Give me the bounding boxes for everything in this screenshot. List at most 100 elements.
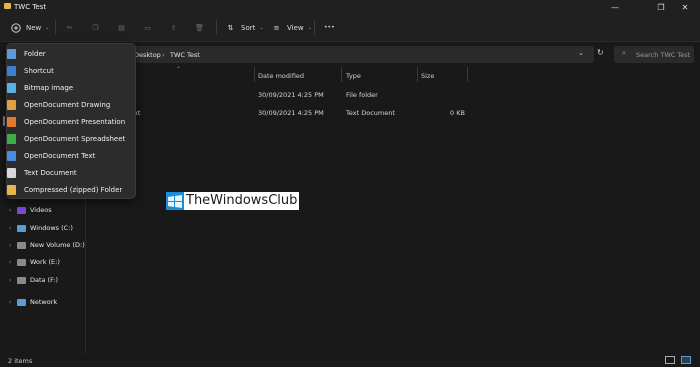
column-type[interactable]: Type — [346, 72, 361, 80]
rename-button[interactable]: ▭ — [142, 19, 158, 36]
chevron-down-icon: ⌄ — [307, 24, 312, 31]
details-view-icon[interactable] — [665, 356, 675, 364]
watermark-logo: TheWindowsClub — [166, 192, 312, 210]
file-type: File folder — [346, 91, 378, 99]
chevron-right-icon[interactable]: › — [9, 242, 17, 249]
drive-icon — [17, 298, 26, 306]
scissors-icon: ✂ — [66, 23, 73, 32]
file-type-icon — [7, 82, 16, 93]
chevron-right-icon[interactable]: › — [9, 277, 17, 284]
drive-icon — [17, 206, 26, 214]
view-label: View — [287, 23, 304, 32]
plus-circle-icon — [10, 22, 21, 33]
file-type-icon — [7, 184, 16, 195]
divider — [216, 20, 217, 35]
divider — [55, 20, 56, 35]
breadcrumb-separator: › — [162, 51, 165, 59]
tiles-view-icon[interactable] — [681, 356, 691, 364]
drive-icon — [17, 241, 26, 249]
share-button[interactable]: ⇪ — [168, 19, 184, 36]
menu-item[interactable]: Shortcut — [7, 63, 133, 78]
menu-item-label: OpenDocument Presentation — [24, 117, 126, 126]
view-button[interactable]: ≡ View ⌄ — [271, 19, 312, 36]
menu-item-label: Compressed (zipped) Folder — [24, 185, 123, 194]
watermark-text: TheWindowsClub — [184, 192, 300, 210]
drive-icon — [17, 224, 26, 232]
menu-item-label: Shortcut — [24, 66, 54, 75]
nav-item-label: Windows (C:) — [30, 224, 73, 232]
rename-icon: ▭ — [144, 23, 151, 32]
column-date-modified[interactable]: Date modified — [258, 72, 304, 80]
drive-icon — [17, 258, 26, 266]
folder-icon — [4, 3, 11, 9]
share-icon: ⇪ — [170, 23, 177, 32]
chevron-right-icon[interactable]: › — [9, 207, 17, 214]
nav-item[interactable]: › Work (E:) — [9, 255, 60, 269]
nav-item-label: Data (F:) — [30, 276, 59, 284]
search-placeholder[interactable]: Search TWC Test — [636, 51, 690, 59]
nav-item[interactable]: › Network — [9, 295, 57, 309]
nav-item-label: Videos — [30, 206, 52, 214]
close-button[interactable]: ✕ — [670, 0, 700, 14]
chevron-down-icon: ⌄ — [45, 24, 50, 31]
file-date: 30/09/2021 4:25 PM — [258, 91, 324, 99]
menu-item-label: Text Document — [24, 168, 77, 177]
chevron-down-icon[interactable]: ⌄ — [578, 49, 584, 57]
menu-item-label: OpenDocument Text — [24, 151, 96, 160]
menu-item[interactable]: Text Document — [7, 165, 133, 180]
nav-item-label: Work (E:) — [30, 258, 60, 266]
clipboard-icon: ▤ — [118, 23, 125, 32]
menu-item[interactable]: Bitmap image — [7, 80, 133, 95]
menu-item[interactable]: OpenDocument Drawing — [7, 97, 133, 112]
view-icon: ≡ — [273, 23, 280, 32]
drive-icon — [17, 276, 26, 284]
chevron-down-icon: ⌄ — [259, 24, 264, 31]
chevron-right-icon[interactable]: › — [9, 259, 17, 266]
window-title: TWC Test — [14, 3, 47, 11]
breadcrumb-desktop[interactable]: Desktop — [134, 51, 161, 59]
file-type-icon — [7, 65, 16, 76]
refresh-icon[interactable]: ↻ — [597, 48, 604, 57]
status-item-count: 2 items — [8, 357, 33, 365]
menu-item[interactable]: Compressed (zipped) Folder — [7, 182, 133, 197]
file-size: 0 KB — [450, 109, 465, 117]
nav-scrollbar[interactable] — [3, 116, 5, 126]
nav-item-label: New Volume (D:) — [30, 241, 85, 249]
menu-item-label: OpenDocument Drawing — [24, 100, 111, 109]
column-divider[interactable] — [417, 67, 418, 82]
menu-item[interactable]: OpenDocument Spreadsheet — [7, 131, 133, 146]
column-divider[interactable] — [254, 67, 255, 82]
menu-item[interactable]: Folder — [7, 46, 133, 61]
new-label: New — [26, 23, 42, 32]
copy-icon: ❐ — [92, 23, 99, 32]
address-bar[interactable] — [134, 46, 594, 63]
nav-item[interactable]: › Windows (C:) — [9, 221, 73, 235]
divider — [314, 20, 315, 35]
menu-item-label: OpenDocument Spreadsheet — [24, 134, 126, 143]
breadcrumb-twc-test[interactable]: TWC Test — [170, 51, 200, 59]
nav-item[interactable]: › New Volume (D:) — [9, 238, 85, 252]
menu-item[interactable]: OpenDocument Presentation — [7, 114, 133, 129]
file-type-icon — [7, 150, 16, 161]
file-type-icon — [7, 99, 16, 110]
nav-item[interactable]: › Data (F:) — [9, 273, 58, 287]
cut-button[interactable]: ✂ — [64, 19, 80, 36]
delete-button[interactable]: 🗑 — [194, 19, 210, 36]
copy-button[interactable]: ❐ — [90, 19, 106, 36]
search-icon: ⌕ — [622, 49, 626, 57]
paste-button[interactable]: ▤ — [116, 19, 132, 36]
column-divider[interactable] — [467, 67, 468, 82]
nav-item-label: Network — [30, 298, 58, 306]
menu-item[interactable]: OpenDocument Text — [7, 148, 133, 163]
sort-button[interactable]: ⇅ Sort ⌄ — [225, 19, 264, 36]
more-options-button[interactable]: ••• — [324, 19, 335, 36]
column-size[interactable]: Size — [421, 72, 434, 80]
new-button[interactable]: New ⌄ — [10, 19, 49, 36]
column-divider[interactable] — [341, 67, 342, 82]
chevron-right-icon[interactable]: › — [9, 299, 17, 306]
file-type-icon — [7, 133, 16, 144]
minimize-button[interactable]: — — [600, 0, 630, 14]
sort-label: Sort — [241, 23, 256, 32]
nav-item[interactable]: › Videos — [9, 203, 52, 217]
chevron-right-icon[interactable]: › — [9, 225, 17, 232]
